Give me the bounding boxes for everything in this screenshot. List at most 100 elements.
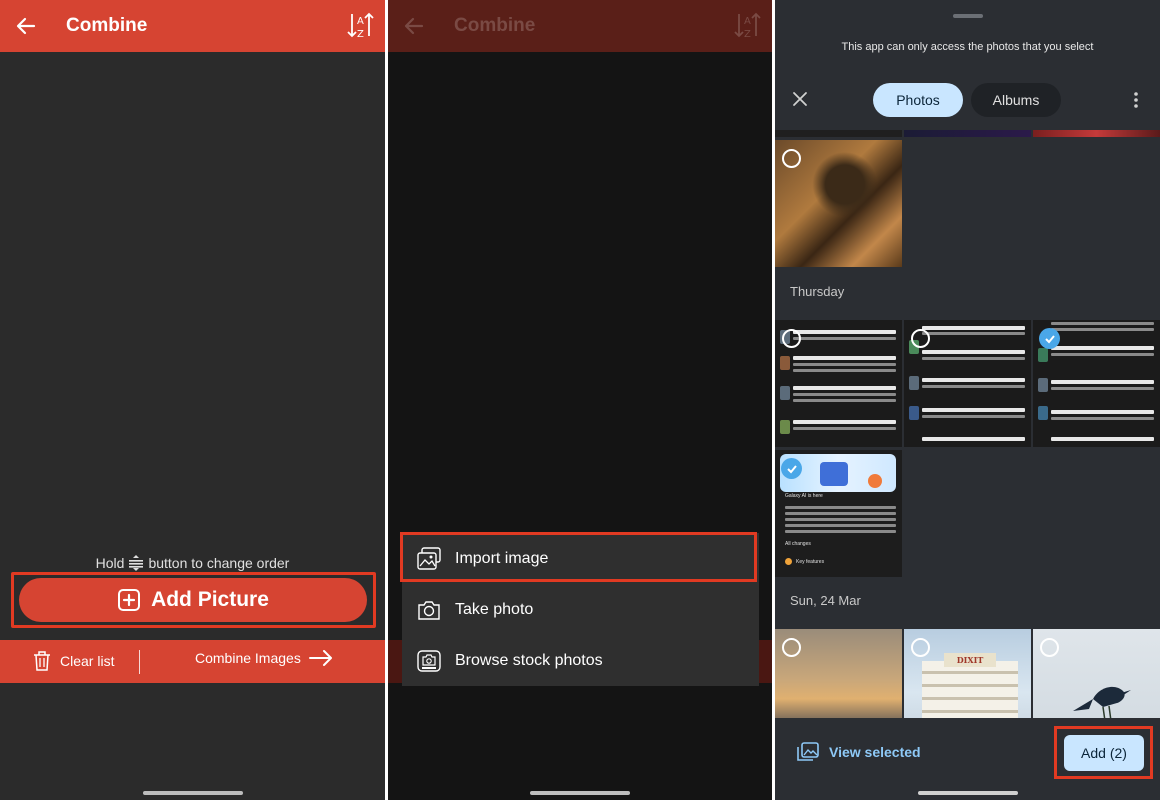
bottom-action-bar: Clear list Combine Images	[0, 640, 385, 683]
picker-footer: View selected Add (2)	[775, 718, 1160, 800]
menu-item-browse-stock[interactable]: Browse stock photos	[402, 635, 759, 686]
thumb	[1038, 378, 1048, 392]
thumb	[909, 406, 919, 420]
more-vert-icon	[1134, 92, 1138, 108]
sort-az-icon: A Z	[734, 12, 761, 40]
select-circle[interactable]	[782, 149, 801, 168]
ss-line	[922, 332, 1025, 335]
view-selected-label: View selected	[829, 744, 921, 760]
ss-line	[785, 518, 896, 521]
combine-screen: Combine A Z Hold button to change order …	[0, 0, 385, 800]
photo-tile-bird[interactable]	[1033, 629, 1160, 718]
app-bar-dimmed: Combine A Z	[388, 0, 772, 52]
ss-line	[1051, 353, 1154, 356]
clear-list-label: Clear list	[60, 653, 115, 669]
ss-line	[793, 363, 896, 366]
combine-images-label: Combine Images	[195, 650, 301, 666]
photo-tile-partial[interactable]	[775, 130, 902, 137]
ss-line	[922, 378, 1025, 382]
sort-button[interactable]: A Z	[732, 10, 764, 42]
add-picture-button[interactable]: Add Picture	[19, 578, 367, 622]
ss-line	[785, 524, 896, 527]
back-arrow-icon	[404, 17, 424, 35]
ss-line	[1051, 346, 1154, 350]
back-button[interactable]	[388, 0, 440, 52]
check-icon	[1044, 334, 1055, 343]
photo-tile-galaxy-ai-selected[interactable]: Galaxy AI is here All changes Key featur…	[775, 450, 902, 577]
sort-button[interactable]: A Z	[345, 10, 377, 42]
ss-line	[922, 437, 1025, 441]
select-circle[interactable]	[782, 638, 801, 657]
add-selected-button[interactable]: Add (2)	[1064, 735, 1144, 771]
select-circle[interactable]	[1040, 638, 1059, 657]
sheet-drag-handle[interactable]	[953, 14, 983, 18]
ss-line	[785, 512, 896, 515]
ss-line	[793, 427, 896, 430]
access-notice: This app can only access the photos that…	[841, 41, 1094, 53]
galaxy-ai-title: Galaxy AI is here	[785, 493, 823, 499]
thumb	[780, 420, 790, 434]
home-indicator	[917, 791, 1018, 795]
menu-label: Browse stock photos	[455, 651, 603, 669]
app-title: Combine	[454, 15, 536, 36]
ss-line	[1051, 380, 1154, 384]
back-button[interactable]	[0, 0, 52, 52]
combine-images-button[interactable]: Combine Images	[195, 650, 333, 666]
photo-tile-partial[interactable]	[1033, 130, 1160, 137]
close-icon	[793, 92, 807, 106]
photo-tile-screenshot-selected[interactable]	[1033, 320, 1160, 447]
highlight-box	[400, 532, 757, 582]
ss-line	[922, 326, 1025, 330]
ss-line	[1051, 387, 1154, 390]
tab-photos[interactable]: Photos	[873, 83, 963, 117]
svg-text:Z: Z	[357, 29, 364, 40]
select-circle[interactable]	[782, 329, 801, 348]
app-bar: Combine A Z	[0, 0, 385, 52]
photo-tile[interactable]	[775, 140, 902, 267]
ss-line	[1051, 417, 1154, 420]
svg-text:A: A	[744, 16, 751, 27]
select-circle[interactable]	[911, 638, 930, 657]
photo-tile-screenshot[interactable]	[775, 320, 902, 447]
drag-handle-icon	[129, 555, 144, 571]
photo-tile-partial[interactable]	[904, 130, 1031, 137]
photo-tile-screenshot[interactable]	[904, 320, 1031, 447]
ai-sticker	[820, 462, 848, 486]
ss-line	[922, 408, 1025, 412]
ss-line	[793, 399, 896, 402]
all-changes-label: All changes	[785, 541, 811, 547]
add-picture-label: Add Picture	[151, 588, 269, 611]
thumb	[780, 386, 790, 400]
ss-line	[793, 420, 896, 424]
home-indicator	[142, 791, 243, 795]
bottom-bar-divider	[139, 650, 140, 674]
photo-tile-sunset[interactable]	[775, 629, 902, 718]
thumb	[780, 356, 790, 370]
check-icon	[786, 464, 797, 473]
thumb	[1038, 406, 1048, 420]
more-options-button[interactable]	[1129, 90, 1143, 110]
clear-list-button[interactable]: Clear list	[32, 650, 114, 672]
ss-line	[785, 506, 896, 509]
selected-check[interactable]	[781, 458, 802, 479]
trash-icon	[34, 651, 50, 671]
select-circle[interactable]	[911, 329, 930, 348]
ss-line	[922, 350, 1025, 354]
ss-line	[793, 369, 896, 372]
back-arrow-icon	[16, 17, 36, 35]
photo-tile-building[interactable]: DIXIT	[904, 629, 1031, 718]
add-square-icon	[118, 589, 141, 611]
close-button[interactable]	[790, 89, 810, 109]
view-selected-button[interactable]: View selected	[797, 742, 921, 762]
hint-text-before: Hold	[95, 555, 125, 571]
ss-line	[922, 385, 1025, 388]
svg-text:A: A	[357, 16, 364, 27]
stock-photos-icon	[417, 649, 441, 672]
ss-line	[793, 337, 896, 340]
menu-item-take-photo[interactable]: Take photo	[402, 584, 759, 635]
tab-albums[interactable]: Albums	[971, 83, 1061, 117]
ss-line	[1051, 410, 1154, 414]
reorder-hint: Hold button to change order	[0, 554, 385, 572]
selected-check[interactable]	[1039, 328, 1060, 349]
key-features-label: Key features	[796, 559, 825, 565]
